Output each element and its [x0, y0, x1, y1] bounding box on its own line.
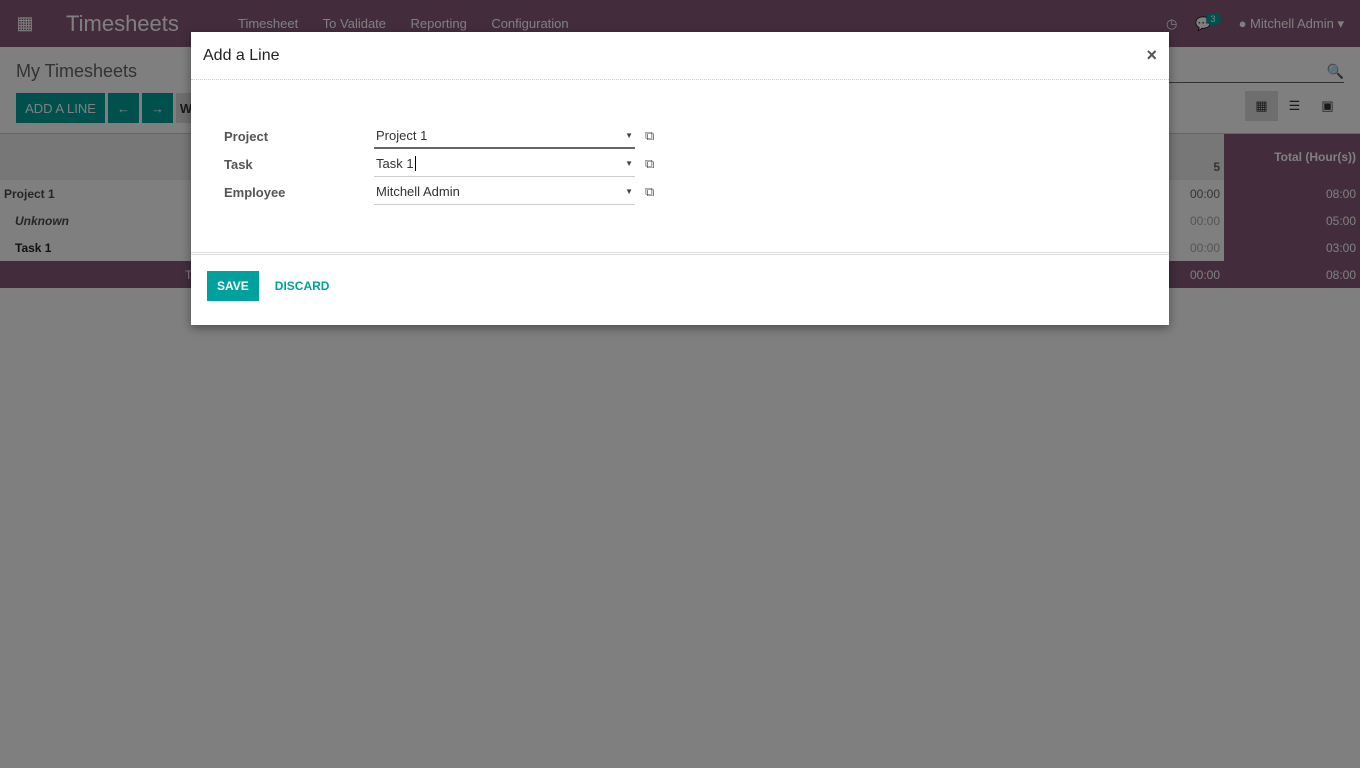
external-link-icon[interactable]: ⧉ [645, 156, 654, 172]
save-button[interactable]: SAVE [207, 271, 259, 301]
task-field[interactable]: Task 1 ▼ [374, 151, 635, 177]
add-line-dialog: Add a Line × Project Project 1 ▼ ⧉ Task Task … [191, 32, 1169, 325]
task-label: Task [224, 156, 253, 172]
discard-button[interactable]: DISCARD [275, 279, 330, 293]
close-icon[interactable]: × [1146, 45, 1157, 66]
dropdown-caret-icon[interactable]: ▼ [625, 131, 633, 140]
project-value: Project 1 [376, 127, 428, 143]
dropdown-caret-icon[interactable]: ▼ [625, 187, 633, 196]
project-label: Project [224, 128, 269, 144]
project-field[interactable]: Project 1 ▼ [374, 123, 635, 149]
employee-value: Mitchell Admin [376, 184, 460, 199]
dropdown-caret-icon[interactable]: ▼ [625, 159, 633, 168]
employee-label: Employee [224, 184, 286, 200]
employee-field[interactable]: Mitchell Admin ▼ [374, 179, 635, 205]
external-link-icon[interactable]: ⧉ [645, 184, 654, 200]
external-link-icon[interactable]: ⧉ [645, 128, 654, 144]
task-value: Task 1 [376, 156, 416, 171]
dialog-title: Add a Line [203, 46, 280, 64]
